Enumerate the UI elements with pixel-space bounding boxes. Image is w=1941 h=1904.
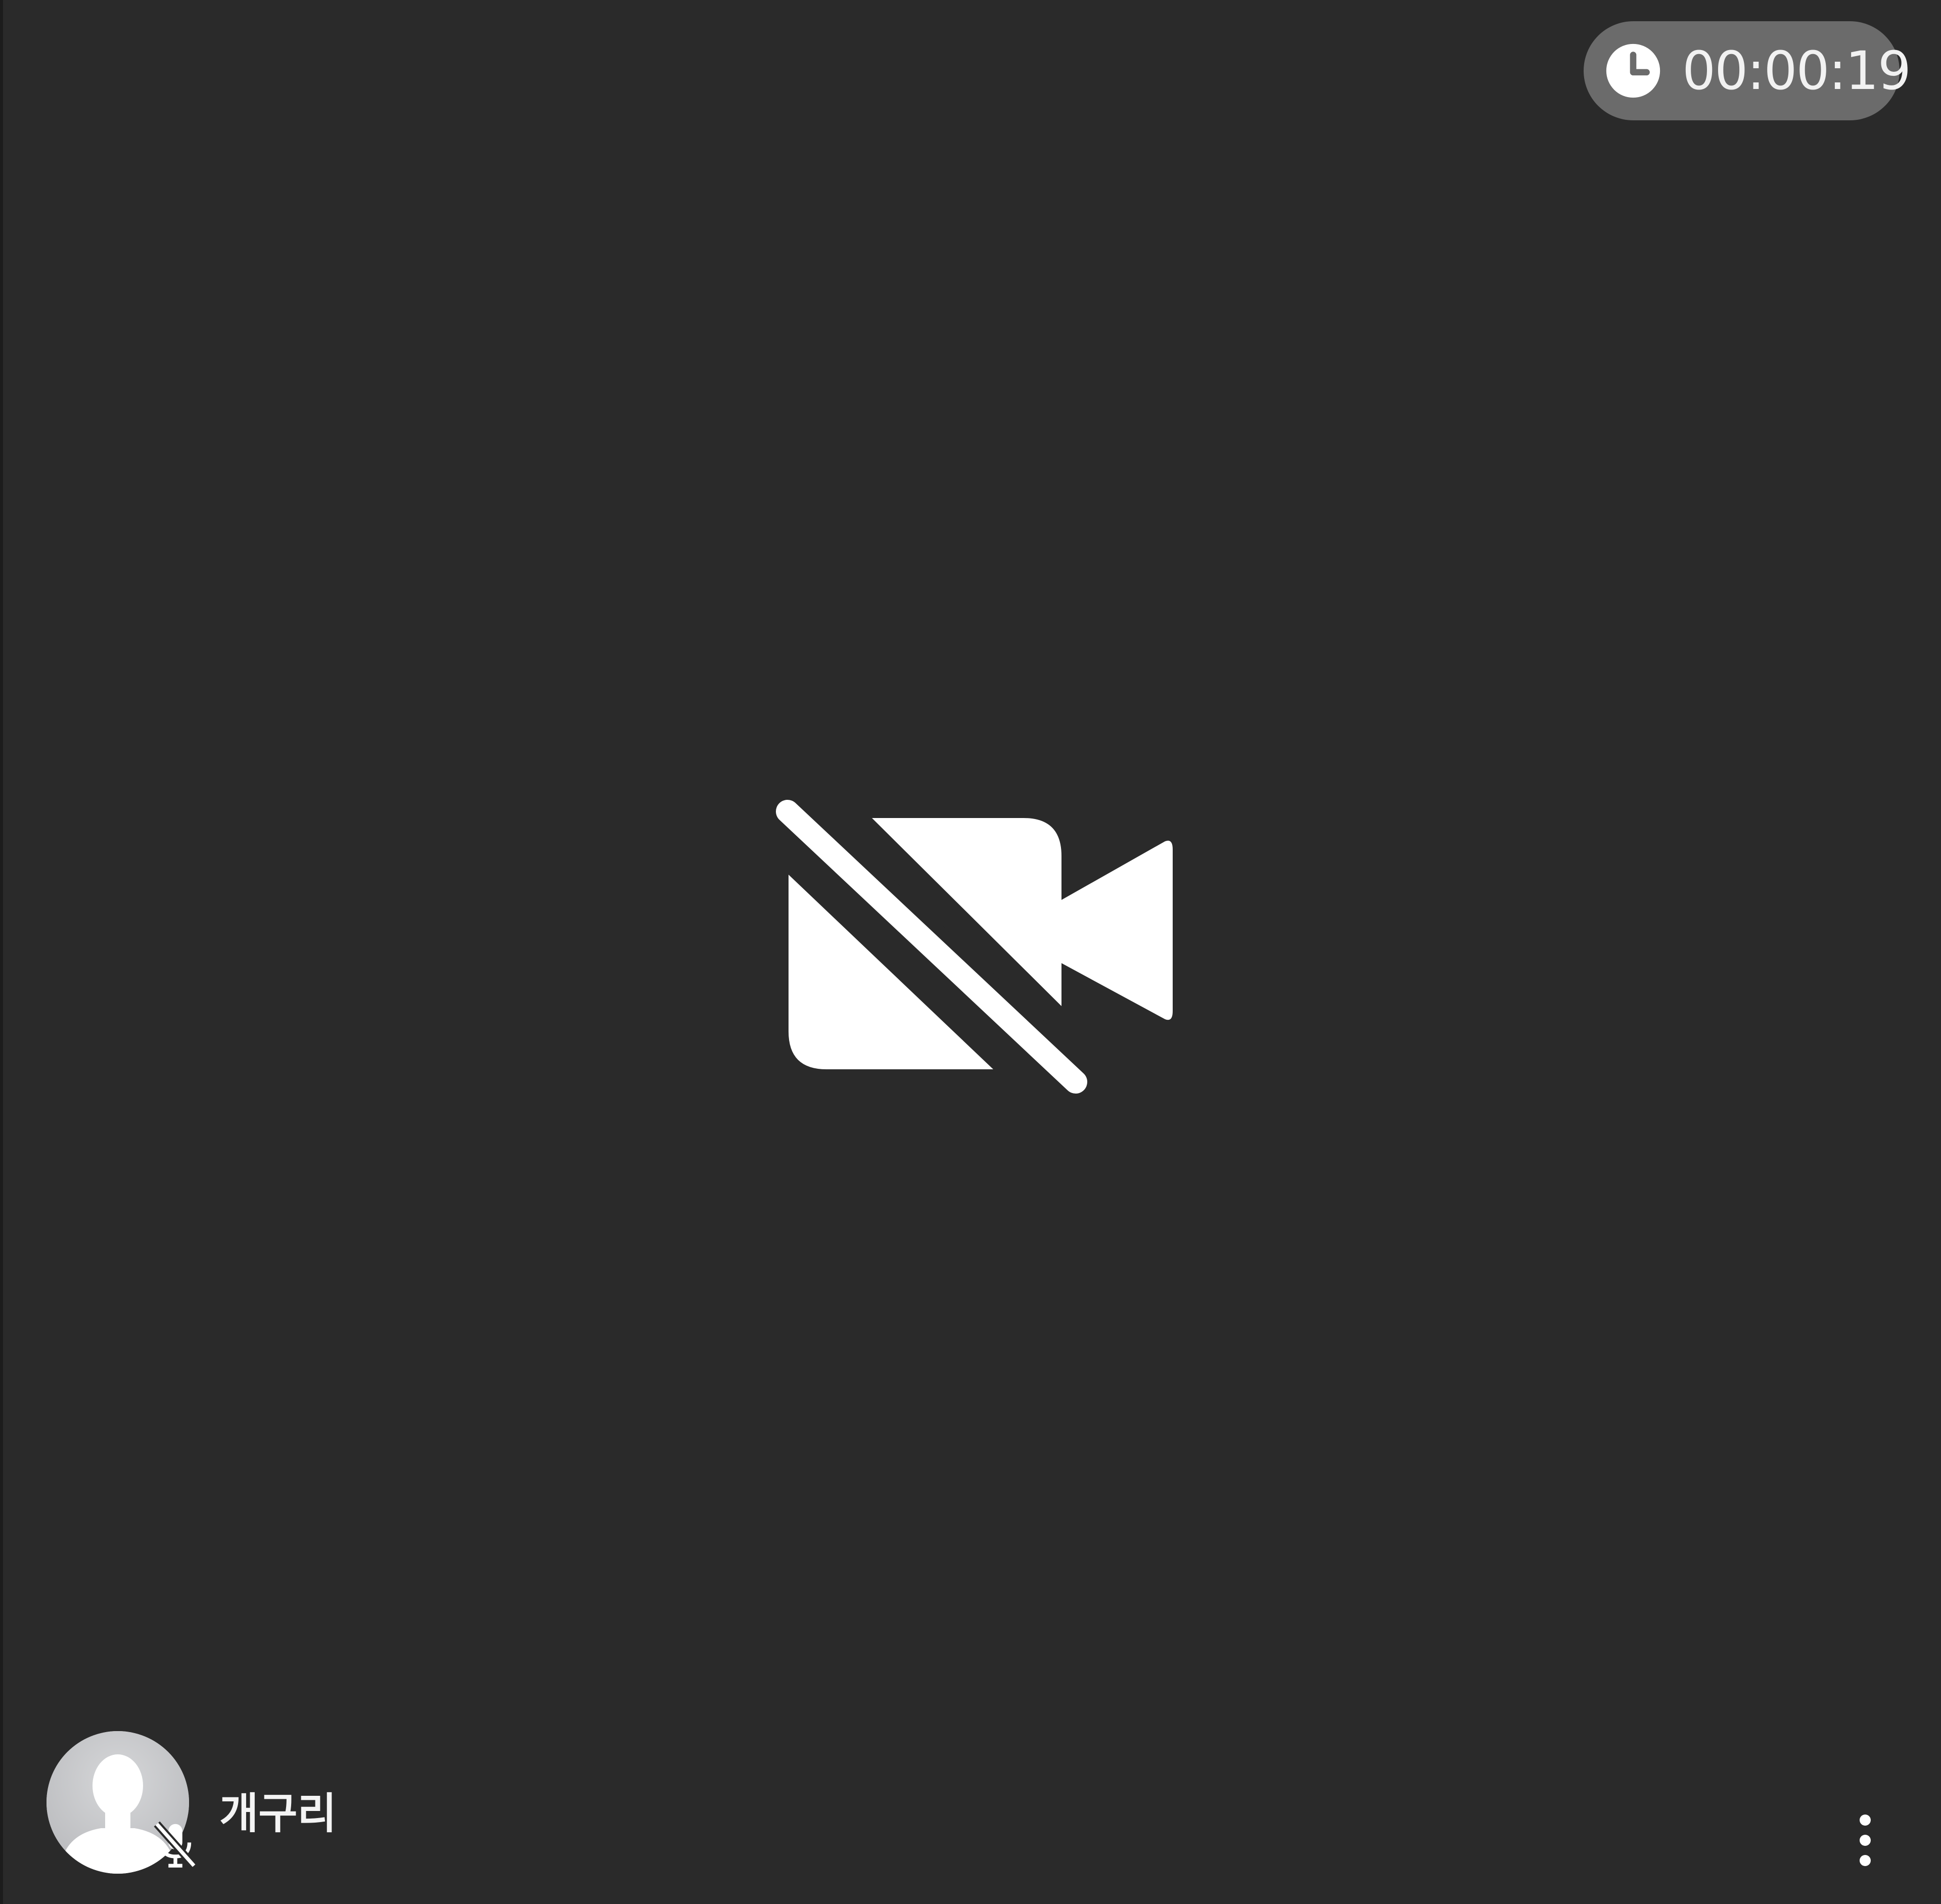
more-options-button[interactable] [1847, 1810, 1883, 1871]
video-tile: 00:00:19 개구리 [0, 0, 1941, 1904]
elapsed-time: 00:00:19 [1682, 40, 1911, 102]
participant-name: 개구리 [219, 1789, 337, 1838]
mic-muted-icon [154, 1821, 197, 1869]
video-camera-off-icon [768, 794, 1173, 1102]
tile-border [0, 0, 3, 1904]
call-timer: 00:00:19 [1584, 21, 1911, 120]
more-vertical-icon [1860, 1815, 1871, 1866]
clock-icon [1606, 43, 1660, 98]
